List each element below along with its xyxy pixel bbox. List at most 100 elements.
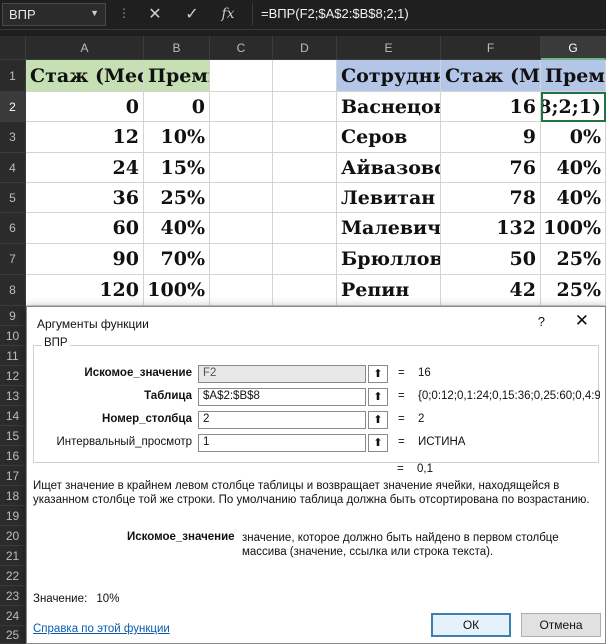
column-header-e[interactable]: E [337, 36, 441, 60]
cell-c7[interactable] [210, 244, 273, 275]
cell-d8[interactable] [273, 275, 337, 306]
row-header-9[interactable]: 9 [0, 306, 26, 326]
column-header-a[interactable]: A [26, 36, 144, 60]
cell-f7[interactable]: 50 [441, 244, 541, 275]
cell-c6[interactable] [210, 213, 273, 244]
cell-a4[interactable]: 24 [26, 153, 144, 183]
cell-c1[interactable] [210, 60, 273, 92]
cell-c2[interactable] [210, 92, 273, 122]
cell-b5[interactable]: 25% [144, 183, 210, 213]
row-header-2[interactable]: 2 [0, 92, 26, 122]
cell-b2[interactable]: 0 [144, 92, 210, 122]
cell-f3[interactable]: 9 [441, 122, 541, 153]
row-header-22[interactable]: 22 [0, 566, 26, 586]
row-header-15[interactable]: 15 [0, 426, 26, 446]
table-array-input[interactable]: $A$2:$B$8 [198, 388, 366, 406]
cell-e2[interactable]: Васнецов [337, 92, 441, 122]
cell-f6[interactable]: 132 [441, 213, 541, 244]
row-header-11[interactable]: 11 [0, 346, 26, 366]
col-index-input[interactable]: 2 [198, 411, 366, 429]
name-box[interactable]: ВПР ▼ [2, 3, 106, 26]
cell-a8[interactable]: 120 [26, 275, 144, 306]
cell-e1[interactable]: Сотрудник [337, 60, 441, 92]
lookup-value-input[interactable]: F2 [198, 365, 366, 383]
cell-d6[interactable] [273, 213, 337, 244]
cell-e7[interactable]: Брюллов [337, 244, 441, 275]
range-picker-icon[interactable]: ⬆ [368, 411, 388, 429]
cell-f4[interactable]: 76 [441, 153, 541, 183]
cell-d4[interactable] [273, 153, 337, 183]
row-header-1[interactable]: 1 [0, 60, 26, 92]
ok-button[interactable]: ОК [431, 613, 511, 637]
cell-f8[interactable]: 42 [441, 275, 541, 306]
cell-a5[interactable]: 36 [26, 183, 144, 213]
row-header-7[interactable]: 7 [0, 244, 26, 275]
cell-e3[interactable]: Серов [337, 122, 441, 153]
row-header-21[interactable]: 21 [0, 546, 26, 566]
row-header-10[interactable]: 10 [0, 326, 26, 346]
row-header-4[interactable]: 4 [0, 153, 26, 183]
select-all-corner[interactable] [0, 36, 26, 60]
cell-c3[interactable] [210, 122, 273, 153]
cell-a6[interactable]: 60 [26, 213, 144, 244]
column-header-g[interactable]: G [541, 36, 606, 60]
cell-b7[interactable]: 70% [144, 244, 210, 275]
row-header-6[interactable]: 6 [0, 213, 26, 244]
enter-check-button[interactable]: ✓ [177, 3, 207, 26]
cell-c5[interactable] [210, 183, 273, 213]
cell-d1[interactable] [273, 60, 337, 92]
cell-f2[interactable]: 16 [441, 92, 541, 122]
column-header-f[interactable]: F [441, 36, 541, 60]
column-header-b[interactable]: B [144, 36, 210, 60]
cell-g7[interactable]: 25% [541, 244, 606, 275]
column-header-c[interactable]: C [210, 36, 273, 60]
row-header-12[interactable]: 12 [0, 366, 26, 386]
drag-handle-icon[interactable]: ⋮ [118, 6, 130, 20]
cell-b1[interactable]: Премия [144, 60, 210, 92]
row-header-14[interactable]: 14 [0, 406, 26, 426]
row-header-5[interactable]: 5 [0, 183, 26, 213]
range-picker-icon[interactable]: ⬆ [368, 365, 388, 383]
row-header-13[interactable]: 13 [0, 386, 26, 406]
cell-g2-active[interactable]: :8;2;1) [541, 92, 606, 122]
formula-input[interactable]: =ВПР(F2;$A$2:$B$8;2;1) [252, 3, 604, 26]
cell-b6[interactable]: 40% [144, 213, 210, 244]
row-header-17[interactable]: 17 [0, 466, 26, 486]
cell-g4[interactable]: 40% [541, 153, 606, 183]
cell-g8[interactable]: 25% [541, 275, 606, 306]
cancel-button[interactable]: Отмена [521, 613, 601, 637]
row-header-8[interactable]: 8 [0, 275, 26, 306]
cell-a2[interactable]: 0 [26, 92, 144, 122]
cell-b8[interactable]: 100% [144, 275, 210, 306]
cell-e8[interactable]: Репин [337, 275, 441, 306]
cell-b3[interactable]: 10% [144, 122, 210, 153]
cell-d3[interactable] [273, 122, 337, 153]
chevron-down-icon[interactable]: ▼ [90, 8, 99, 18]
row-header-3[interactable]: 3 [0, 122, 26, 153]
row-header-25[interactable]: 25 [0, 626, 26, 644]
row-header-24[interactable]: 24 [0, 606, 26, 626]
help-link[interactable]: Справка по этой функции [33, 623, 170, 635]
cell-g3[interactable]: 0% [541, 122, 606, 153]
row-header-19[interactable]: 19 [0, 506, 26, 526]
cell-f1[interactable]: Стаж (Мес) [441, 60, 541, 92]
range-picker-icon[interactable]: ⬆ [368, 388, 388, 406]
row-header-16[interactable]: 16 [0, 446, 26, 466]
cell-d5[interactable] [273, 183, 337, 213]
row-header-18[interactable]: 18 [0, 486, 26, 506]
cell-a3[interactable]: 12 [26, 122, 144, 153]
range-picker-icon[interactable]: ⬆ [368, 434, 388, 452]
cell-g5[interactable]: 40% [541, 183, 606, 213]
help-icon[interactable]: ? [538, 314, 545, 329]
column-header-d[interactable]: D [273, 36, 337, 60]
cell-a1[interactable]: Стаж (Месяц) [26, 60, 144, 92]
row-header-23[interactable]: 23 [0, 586, 26, 606]
cancel-entry-button[interactable]: ✕ [140, 3, 170, 26]
cell-b4[interactable]: 15% [144, 153, 210, 183]
cell-c4[interactable] [210, 153, 273, 183]
cell-g6[interactable]: 100% [541, 213, 606, 244]
cell-e4[interactable]: Айвазовский [337, 153, 441, 183]
cell-c8[interactable] [210, 275, 273, 306]
cell-e5[interactable]: Левитан [337, 183, 441, 213]
close-icon[interactable]: ✕ [575, 311, 589, 331]
